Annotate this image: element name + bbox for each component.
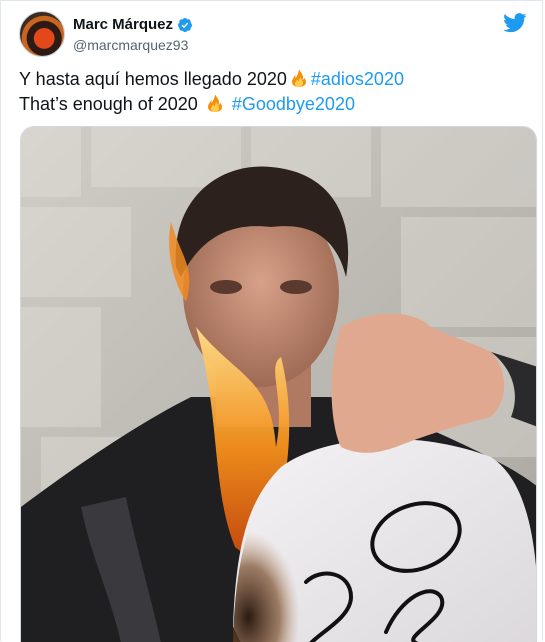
tweet-photo[interactable] — [20, 126, 537, 642]
fire-emoji-icon — [207, 94, 222, 112]
tweet-text-line-2: That’s enough of 2020 #Goodbye2020 — [19, 92, 529, 117]
author-handle[interactable]: @marcmarquez93 — [73, 37, 188, 53]
hashtag-adios2020[interactable]: #adios2020 — [311, 69, 404, 89]
twitter-bird-icon[interactable] — [503, 13, 527, 33]
tweet-card: Marc Márquez @marcmarquez93 Y hasta aquí… — [0, 0, 543, 642]
author-name[interactable]: Marc Márquez — [73, 16, 173, 33]
tweet-text-english: That’s enough of 2020 — [19, 94, 198, 114]
tweet-text: Y hasta aquí hemos llegado 2020 #adios202… — [19, 67, 529, 117]
avatar[interactable] — [19, 11, 65, 57]
hashtag-goodbye2020[interactable]: #Goodbye2020 — [232, 94, 355, 114]
author-name-row: Marc Márquez — [73, 16, 193, 33]
tweet-text-spanish: Y hasta aquí hemos llegado 2020 — [19, 69, 287, 89]
tweet-header: Marc Márquez @marcmarquez93 — [19, 11, 529, 57]
verified-badge-icon — [178, 17, 193, 32]
tweet-text-line-1: Y hasta aquí hemos llegado 2020 #adios202… — [19, 67, 529, 92]
fire-emoji-icon — [291, 69, 306, 87]
photo-burning-paper — [21, 127, 536, 642]
